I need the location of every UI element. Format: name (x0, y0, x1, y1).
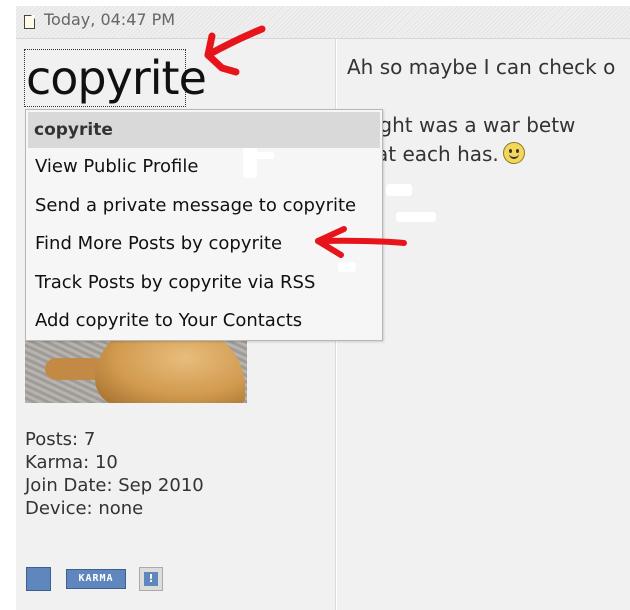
post-header: Today, 04:47 PM (16, 6, 630, 39)
username-link[interactable]: copyrite (26, 52, 207, 104)
menu-item-send-private-message[interactable]: Send a private message to copyrite (35, 195, 356, 216)
stat-posts: Posts: 7 (25, 429, 96, 450)
smiley-icon (502, 142, 525, 164)
document-icon (24, 15, 35, 29)
menu-item-view-profile[interactable]: View Public Profile (35, 156, 198, 177)
report-button[interactable]: ! (139, 567, 163, 591)
popup-menu-header: copyrite (28, 112, 380, 148)
stat-device: Device: none (25, 498, 144, 519)
stat-join-date: Join Date: Sep 2010 (25, 475, 204, 496)
karma-button[interactable]: KARMA (66, 569, 126, 589)
menu-item-find-more-posts[interactable]: Find More Posts by copyrite (35, 233, 282, 254)
message-line-1: Ah so maybe I can check o (347, 55, 616, 79)
user-stats: Posts: 7 Karma: 10 Join Date: Sep 2010 D… (25, 428, 204, 520)
menu-item-add-to-contacts[interactable]: Add copyrite to Your Contacts (35, 310, 302, 331)
stat-karma: Karma: 10 (25, 452, 118, 473)
menu-item-track-posts-rss[interactable]: Track Posts by copyrite via RSS (35, 272, 315, 293)
user-popup-menu: copyrite View Public Profile Send a priv… (25, 109, 383, 341)
report-icon: ! (144, 572, 158, 586)
post-date: Today, 04:47 PM (44, 10, 176, 29)
profile-square-icon[interactable] (26, 567, 51, 591)
forum-post: Today, 04:47 PM Ah so maybe I can check … (0, 0, 630, 610)
